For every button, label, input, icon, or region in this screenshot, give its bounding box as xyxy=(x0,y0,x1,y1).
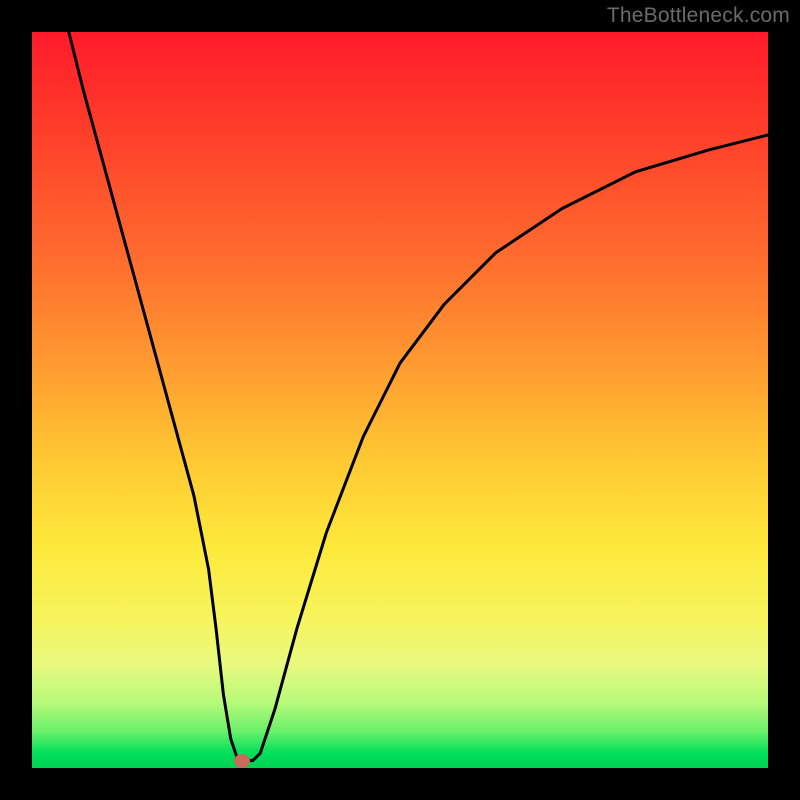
watermark-text: TheBottleneck.com xyxy=(607,4,790,28)
marker-dot xyxy=(234,754,250,768)
bottleneck-curve xyxy=(69,32,768,761)
curve-svg xyxy=(32,32,768,768)
chart-frame: TheBottleneck.com xyxy=(0,0,800,800)
